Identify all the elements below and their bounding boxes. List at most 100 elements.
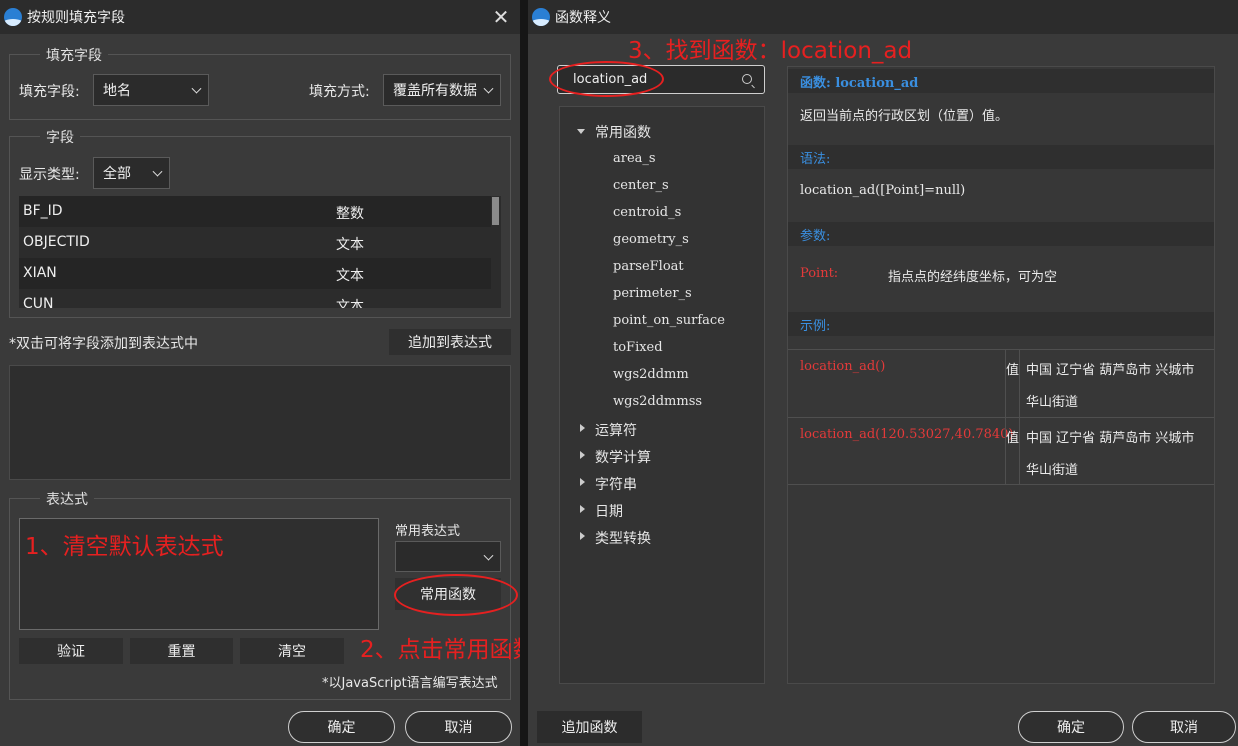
- app-logo-icon: [532, 8, 550, 26]
- tree-item[interactable]: center_s: [613, 178, 669, 193]
- field-type: 文本: [336, 237, 364, 253]
- cancel-button[interactable]: 取消: [405, 711, 512, 743]
- fill-group-title: 填充字段: [40, 45, 108, 65]
- divider: [1019, 349, 1020, 485]
- chevron-down-icon: [483, 83, 494, 94]
- fields-table: BF_ID 整数 OBJECTID 文本 XIAN 文本 CUN 文本: [19, 196, 501, 308]
- dialog-title: 函数释义: [555, 10, 611, 26]
- field-name: CUN: [23, 296, 54, 308]
- display-type-label: 显示类型:: [19, 167, 80, 183]
- example-label: 值: [1006, 431, 1020, 446]
- field-type: 文本: [336, 299, 364, 308]
- tree-node-string[interactable]: 字符串: [595, 474, 637, 494]
- app-logo-icon: [4, 8, 22, 26]
- close-icon[interactable]: ✕: [490, 6, 512, 28]
- add-function-button[interactable]: 追加函数: [537, 711, 642, 743]
- syntax-header: 语法:: [788, 145, 1214, 169]
- divider: [1005, 349, 1006, 485]
- function-reference-dialog: 函数释义 3、找到函数：location_ad location_ad 常用函数…: [528, 0, 1238, 746]
- cancel-button[interactable]: 取消: [1132, 711, 1236, 743]
- annotation-step-1: 1、清空默认表达式: [25, 534, 224, 560]
- dialog-title: 按规则填充字段: [27, 10, 125, 26]
- fill-field-dialog: 按规则填充字段 ✕ 填充字段 填充字段: 地名 填充方式: 覆盖所有数据 字段 …: [0, 0, 520, 746]
- javascript-note: *以JavaScript语言编写表达式: [322, 676, 498, 691]
- display-type-value: 全部: [103, 166, 131, 182]
- function-detail-panel: 函数: location_ad 返回当前点的行政区划（位置）值。 语法: loc…: [787, 66, 1215, 684]
- field-type: 文本: [336, 268, 364, 284]
- caret-down-icon[interactable]: [577, 129, 585, 134]
- annotation-step-3: 3、找到函数：location_ad: [628, 38, 913, 64]
- tree-node-common[interactable]: 常用函数: [595, 122, 651, 142]
- common-expression-select[interactable]: [395, 541, 501, 572]
- display-type-select[interactable]: 全部: [93, 157, 170, 189]
- caret-right-icon[interactable]: [580, 478, 585, 486]
- title-bar: 函数释义: [528, 0, 1238, 34]
- annotation-oval: [549, 61, 664, 97]
- tree-node-operators[interactable]: 运算符: [595, 420, 637, 440]
- common-expression-label: 常用表达式: [395, 524, 461, 539]
- tree-item[interactable]: point_on_surface: [613, 313, 725, 328]
- tree-item[interactable]: wgs2ddmmss: [613, 394, 702, 409]
- tree-item[interactable]: parseFloat: [613, 259, 684, 274]
- example-row: location_ad(120.53027,40.7840) 值 中国 辽宁省 …: [788, 417, 1214, 485]
- table-row[interactable]: BF_ID 整数: [19, 196, 491, 227]
- fill-method-label: 填充方式:: [309, 84, 370, 100]
- caret-right-icon[interactable]: [580, 451, 585, 459]
- chevron-down-icon: [483, 550, 494, 561]
- tree-node-math[interactable]: 数学计算: [595, 447, 651, 467]
- fill-method-select[interactable]: 覆盖所有数据: [383, 74, 501, 106]
- field-type: 整数: [336, 206, 364, 222]
- function-description: 返回当前点的行政区划（位置）值。: [800, 109, 1009, 124]
- function-header: 函数: location_ad: [788, 69, 1214, 93]
- annotation-step-2: 2、点击常用函数: [360, 637, 520, 663]
- example-result-line2: 华山街道: [1026, 463, 1079, 478]
- title-bar: 按规则填充字段 ✕: [0, 0, 520, 34]
- param-name: Point:: [800, 266, 839, 281]
- search-icon[interactable]: [742, 74, 752, 84]
- expression-group-title: 表达式: [40, 489, 94, 509]
- table-scrollbar[interactable]: [492, 197, 499, 225]
- field-hint: *双击可将字段添加到表达式中: [9, 336, 198, 352]
- reset-button[interactable]: 重置: [130, 638, 233, 664]
- tree-item[interactable]: perimeter_s: [613, 286, 692, 301]
- example-row: location_ad() 值 中国 辽宁省 葫芦岛市 兴城市 华山街道: [788, 349, 1214, 417]
- tree-item[interactable]: centroid_s: [613, 205, 681, 220]
- caret-right-icon[interactable]: [580, 424, 585, 432]
- example-result-line2: 华山街道: [1026, 395, 1079, 410]
- table-row[interactable]: OBJECTID 文本: [19, 227, 491, 258]
- validate-button[interactable]: 验证: [19, 638, 123, 664]
- table-row[interactable]: XIAN 文本: [19, 258, 491, 289]
- tree-item[interactable]: geometry_s: [613, 232, 689, 247]
- chevron-down-icon: [191, 83, 202, 94]
- example-result-line1: 中国 辽宁省 葫芦岛市 兴城市: [1026, 431, 1195, 446]
- field-name: XIAN: [23, 265, 57, 281]
- table-row[interactable]: CUN 文本: [19, 289, 491, 308]
- field-name: BF_ID: [23, 203, 63, 219]
- caret-right-icon[interactable]: [580, 532, 585, 540]
- params-header: 参数:: [788, 222, 1214, 246]
- window-gap: [520, 0, 528, 746]
- example-result-line1: 中国 辽宁省 葫芦岛市 兴城市: [1026, 363, 1195, 378]
- append-to-expression-button[interactable]: 追加到表达式: [389, 329, 511, 355]
- fields-group-title: 字段: [40, 127, 80, 147]
- fill-field-select[interactable]: 地名: [93, 74, 209, 106]
- ok-button[interactable]: 确定: [1018, 711, 1124, 743]
- ok-button[interactable]: 确定: [288, 711, 395, 743]
- tree-item[interactable]: toFixed: [613, 340, 663, 355]
- tree-node-date[interactable]: 日期: [595, 501, 623, 521]
- field-name: OBJECTID: [23, 234, 90, 250]
- field-values-box[interactable]: [9, 365, 511, 480]
- param-description: 指点点的经纬度坐标，可为空: [888, 270, 1058, 285]
- tree-item[interactable]: area_s: [613, 151, 656, 166]
- syntax-text: location_ad([Point]=null): [800, 183, 966, 198]
- tree-node-type-conversion[interactable]: 类型转换: [595, 528, 651, 548]
- fill-method-value: 覆盖所有数据: [393, 83, 477, 99]
- clear-button[interactable]: 清空: [240, 638, 344, 664]
- tree-item[interactable]: wgs2ddmm: [613, 367, 689, 382]
- caret-right-icon[interactable]: [580, 505, 585, 513]
- examples-header: 示例:: [788, 312, 1214, 336]
- chevron-down-icon: [152, 166, 163, 177]
- function-tree: 常用函数 area_s center_s centroid_s geometry…: [559, 106, 765, 684]
- example-label: 值: [1006, 363, 1020, 378]
- fill-field-value: 地名: [103, 83, 131, 99]
